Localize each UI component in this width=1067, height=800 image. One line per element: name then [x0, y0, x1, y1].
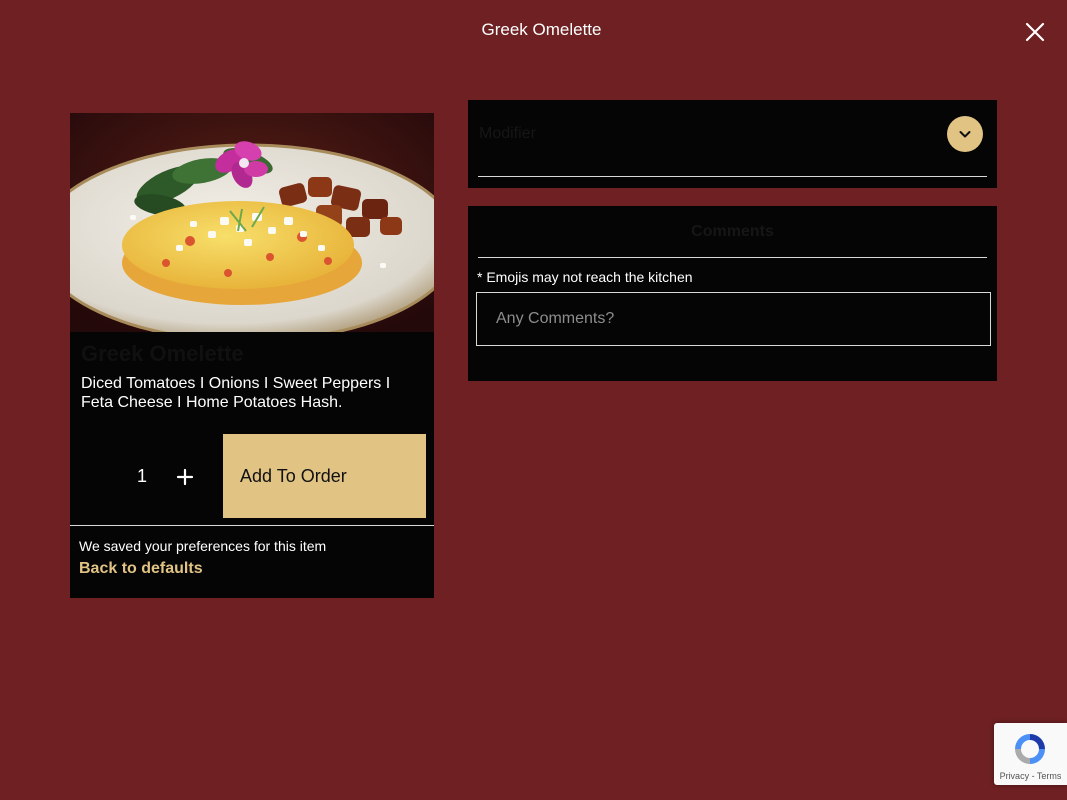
quantity-increase-button[interactable]: [173, 465, 197, 489]
modifier-expand-button[interactable]: [947, 116, 983, 152]
item-photo: [70, 113, 434, 332]
modifier-divider: [478, 176, 987, 177]
recaptcha-badge[interactable]: Privacy - Terms: [994, 723, 1067, 785]
comments-heading: Comments: [691, 223, 774, 240]
modifier-panel: Modifier: [468, 100, 997, 188]
plus-icon: [176, 468, 194, 486]
comments-divider: [478, 257, 987, 258]
comments-panel: Comments * Emojis may not reach the kitc…: [468, 206, 997, 381]
quantity-value: 1: [136, 466, 147, 486]
recaptcha-icon: [1015, 734, 1045, 764]
modal-title: Greek Omelette: [481, 20, 602, 39]
comments-input[interactable]: [476, 292, 991, 346]
item-name: Greek Omelette: [81, 341, 244, 366]
add-to-order-button[interactable]: Add To Order: [223, 434, 426, 518]
recaptcha-links: Privacy - Terms: [994, 771, 1067, 781]
item-card: Greek Omelette Diced Tomatoes I Onions I…: [70, 113, 434, 598]
chevron-down-icon: [959, 131, 971, 138]
recaptcha-privacy-link[interactable]: Privacy: [1000, 771, 1030, 781]
card-divider: [70, 525, 434, 526]
recaptcha-separator: -: [1029, 771, 1037, 781]
recaptcha-terms-link[interactable]: Terms: [1037, 771, 1062, 781]
modifier-label: Modifier: [479, 125, 536, 142]
back-to-defaults-link[interactable]: Back to defaults: [79, 560, 203, 578]
close-button[interactable]: [1023, 20, 1047, 44]
saved-preferences-note: We saved your preferences for this item: [79, 538, 327, 554]
menu-item-modal: Greek Omelette Greek Omelette Diced Toma…: [0, 0, 1067, 800]
item-description: Diced Tomatoes I Onions I Sweet Peppers …: [81, 375, 391, 411]
emoji-warning: * Emojis may not reach the kitchen: [477, 269, 693, 285]
close-icon: [1025, 22, 1045, 42]
